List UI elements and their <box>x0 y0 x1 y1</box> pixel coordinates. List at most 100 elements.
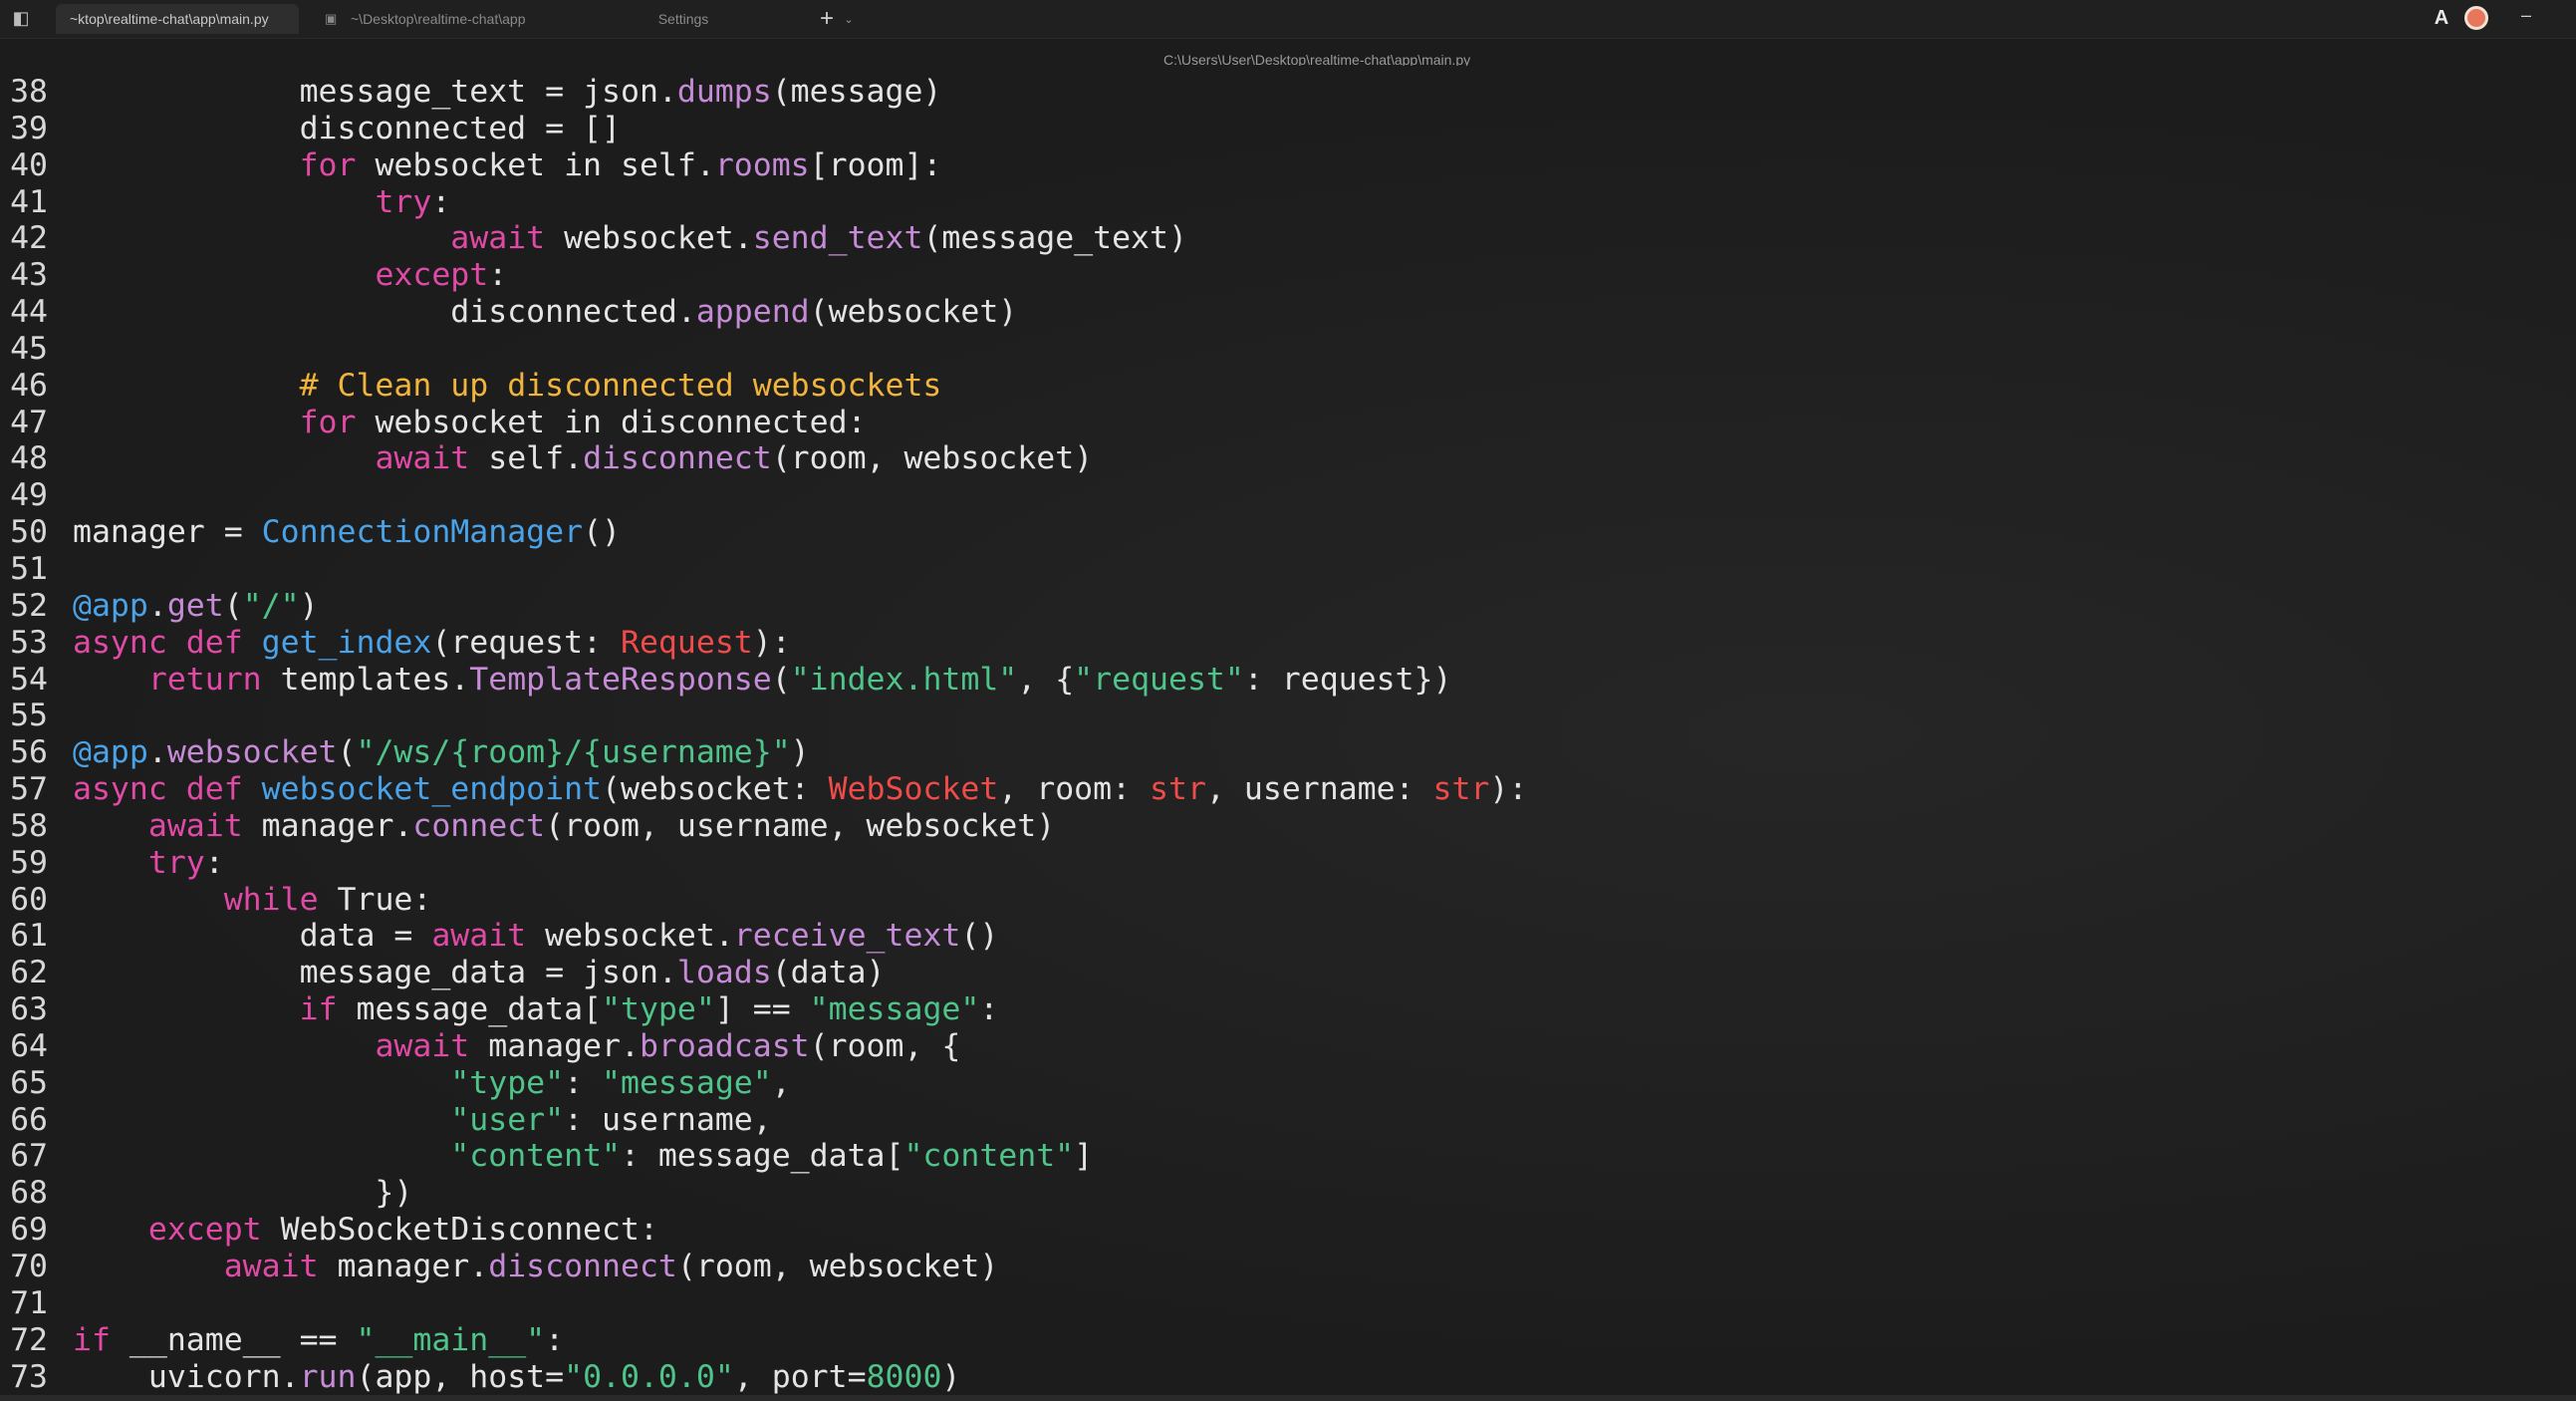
code-line: 55 <box>0 698 2576 734</box>
code-token: rooms <box>714 146 810 183</box>
code-line: 51 <box>0 551 2576 588</box>
code-token: @app <box>73 587 148 624</box>
line-number: 55 <box>10 698 48 734</box>
chevron-down-icon[interactable]: ⌄ <box>841 4 857 34</box>
code-token: "request" <box>1074 661 1244 698</box>
horizontal-scrollbar[interactable] <box>0 1395 2576 1401</box>
code-token: "/ws/{room}/{username}" <box>356 734 791 771</box>
code-line: 40 for websocket in self.rooms[room]: <box>0 147 2576 184</box>
line-number: 62 <box>10 955 48 991</box>
minimize-button[interactable]: – <box>2516 4 2536 30</box>
line-source: disconnected.append(websocket) <box>73 294 1017 331</box>
line-number: 52 <box>10 587 48 624</box>
sidebar-toggle-icon[interactable]: ◧ <box>10 8 32 28</box>
code-token: (room, { <box>809 1027 961 1064</box>
line-number: 54 <box>10 661 48 698</box>
line-number: 47 <box>10 404 48 440</box>
tab-settings[interactable]: Settings <box>564 4 803 34</box>
new-tab-button[interactable]: + <box>815 4 839 34</box>
code-token: ] == <box>714 991 810 1028</box>
code-token: run <box>299 1358 357 1395</box>
line-number: 60 <box>10 881 48 918</box>
tab-main-py[interactable]: ~ktop\realtime-chat\app\main.py <box>56 4 299 34</box>
line-source: message_data = json.loads(data) <box>73 955 886 991</box>
code-token: ) <box>790 734 810 771</box>
code-editor[interactable]: 38 message_text = json.dumps(message) 39 … <box>0 66 2576 1401</box>
code-token: data = <box>73 918 432 955</box>
code-token: "type" <box>450 1064 565 1101</box>
line-source: if message_data["type"] == "message": <box>73 991 999 1028</box>
code-token: : <box>204 844 224 881</box>
code-line: 69 except WebSocketDisconnect: <box>0 1212 2576 1249</box>
code-line: 45 <box>0 331 2576 368</box>
code-line: 66 "user": username, <box>0 1102 2576 1139</box>
code-token: TemplateResponse <box>469 661 772 698</box>
code-token: async def <box>73 771 262 808</box>
code-token: WebSocket <box>828 771 999 808</box>
code-token: websocket <box>166 734 338 771</box>
code-token: await <box>375 440 470 477</box>
line-source: # Clean up disconnected websockets <box>73 368 942 405</box>
code-token: str <box>1150 771 1206 808</box>
line-source: await websocket.send_text(message_text) <box>73 220 1187 257</box>
code-line: 68 }) <box>0 1175 2576 1212</box>
code-token: @app <box>73 734 148 771</box>
tab-app-folder[interactable]: ▣ ~\Desktop\realtime-chat\app <box>311 4 558 34</box>
code-token: __name__ == <box>110 1321 357 1358</box>
line-source: for websocket in disconnected: <box>73 405 867 441</box>
code-token: manager. <box>242 807 413 844</box>
code-token: "content" <box>903 1138 1075 1175</box>
line-number: 68 <box>10 1175 48 1212</box>
code-token: websocket in self. <box>356 146 715 183</box>
title-bar: ◧ ~ktop\realtime-chat\app\main.py ▣ ~\De… <box>0 0 2576 39</box>
code-token: dumps <box>676 74 772 110</box>
line-source: "type": "message", <box>73 1064 790 1102</box>
line-number: 57 <box>10 771 48 808</box>
code-token: (request: <box>431 624 621 661</box>
code-token: async def <box>73 624 262 661</box>
line-number: 51 <box>10 550 48 587</box>
code-token: (room, websocket) <box>771 440 1094 477</box>
code-token: "type" <box>602 991 715 1028</box>
admin-icon: A <box>2434 7 2449 29</box>
code-line: 71 <box>0 1285 2576 1322</box>
tab-label: Settings <box>657 11 709 27</box>
code-line: 57 async def websocket_endpoint(websocket… <box>0 771 2576 808</box>
line-source: try: <box>73 184 450 221</box>
code-token: websocket. <box>526 918 734 955</box>
code-token: "__main__" <box>356 1321 546 1358</box>
code-line: 72 if __name__ == "__main__": <box>0 1322 2576 1359</box>
code-token: if <box>299 991 338 1028</box>
line-number: 69 <box>10 1212 48 1249</box>
code-token: 8000 <box>866 1358 942 1395</box>
line-number: 45 <box>10 330 48 367</box>
code-token: ) <box>299 587 319 624</box>
code-token: while <box>223 881 319 918</box>
line-source: "content": message_data["content"] <box>73 1138 1093 1175</box>
line-number: 48 <box>10 440 48 477</box>
code-token: : username, <box>564 1101 772 1138</box>
code-line: 47 for websocket in disconnected: <box>0 405 2576 441</box>
code-token: , room: <box>998 771 1151 808</box>
line-source: while True: <box>73 881 432 919</box>
line-number: 44 <box>10 294 48 331</box>
line-source: disconnected = [] <box>73 111 621 147</box>
code-token: , { <box>1017 661 1075 698</box>
code-line: 46 # Clean up disconnected websockets <box>0 368 2576 405</box>
code-token: "0.0.0.0" <box>564 1358 734 1395</box>
code-token: await <box>147 807 243 844</box>
code-token: return <box>147 661 262 698</box>
code-token: str <box>1432 771 1490 808</box>
line-source: message_text = json.dumps(message) <box>73 74 942 111</box>
code-token: try <box>147 844 205 881</box>
code-token: append <box>695 294 810 331</box>
code-token: [room]: <box>809 146 942 183</box>
